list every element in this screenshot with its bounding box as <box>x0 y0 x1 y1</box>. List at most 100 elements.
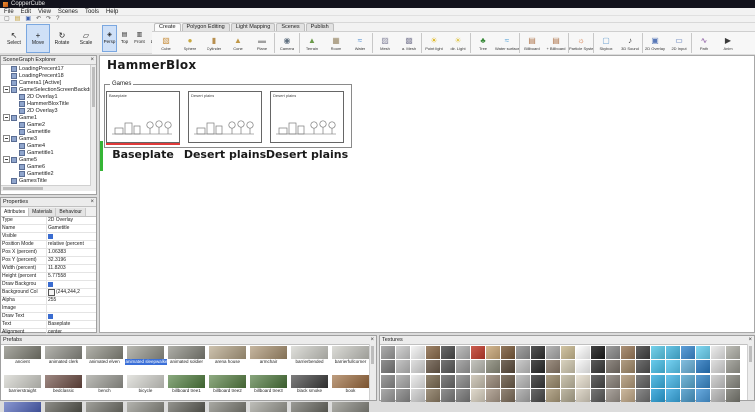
create-tool-button[interactable]: ▢ Skybox <box>593 33 618 53</box>
texture-tile[interactable] <box>636 360 650 374</box>
create-tool-button[interactable]: ∿ Path <box>691 33 716 53</box>
properties-tab[interactable]: Attributes <box>1 208 30 216</box>
texture-tile[interactable] <box>396 346 410 359</box>
texture-tile[interactable] <box>396 388 410 402</box>
tree-node[interactable]: Game1 <box>1 114 96 121</box>
tree-horizontal-scrollbar[interactable] <box>1 185 91 191</box>
texture-tile[interactable] <box>621 360 635 374</box>
texture-tile[interactable] <box>576 360 590 374</box>
texture-tile[interactable] <box>441 346 455 359</box>
texture-tile[interactable] <box>591 374 605 388</box>
ribbon-tab[interactable]: Polygon Editing <box>181 23 230 31</box>
texture-tile[interactable] <box>486 360 500 374</box>
prefab-item[interactable]: barrierfullcorner <box>330 346 371 374</box>
prefab-item[interactable]: book <box>330 374 371 403</box>
prefab-item[interactable] <box>166 402 207 412</box>
expander-icon[interactable] <box>3 135 10 142</box>
texture-tile[interactable] <box>501 360 515 374</box>
create-tool-button[interactable]: ▣ 2D Overlay <box>642 33 667 53</box>
persp-view-button[interactable]: ◈ Persp <box>102 24 117 52</box>
move-mode-button[interactable]: + Move <box>26 23 50 53</box>
tree-node[interactable]: LoadingPrecent17 <box>1 65 96 72</box>
prefab-item[interactable]: black smoke <box>289 374 330 403</box>
texture-tile[interactable] <box>651 360 665 374</box>
texture-tile[interactable] <box>561 374 575 388</box>
texture-tile[interactable] <box>696 360 710 374</box>
color-swatch[interactable] <box>48 289 55 296</box>
level-preview[interactable]: Baseplate <box>106 91 180 145</box>
texture-tile[interactable] <box>426 388 440 402</box>
texture-tile[interactable] <box>711 374 725 388</box>
prefab-item[interactable] <box>248 402 289 412</box>
prefab-item[interactable] <box>125 402 166 412</box>
texture-tile[interactable] <box>561 360 575 374</box>
tree-node[interactable]: Camera1 [Active] <box>1 79 96 86</box>
texture-tile[interactable] <box>711 346 725 359</box>
prefab-item[interactable]: arena house <box>207 346 248 374</box>
texture-tile[interactable] <box>381 360 395 374</box>
level-preview[interactable]: Desert plains <box>270 91 344 143</box>
texture-tile[interactable] <box>456 346 470 359</box>
create-tool-button[interactable]: ▲ Terrain <box>299 33 324 53</box>
prefab-item[interactable] <box>84 402 125 412</box>
texture-tile[interactable] <box>651 374 665 388</box>
scroll-thumb[interactable] <box>92 67 95 107</box>
texture-tile[interactable] <box>501 388 515 402</box>
texture-tile[interactable] <box>546 346 560 359</box>
scroll-thumb[interactable] <box>3 187 43 190</box>
texture-tile[interactable] <box>666 346 680 359</box>
texture-tile[interactable] <box>531 346 545 359</box>
texture-tile[interactable] <box>546 388 560 402</box>
texture-tile[interactable] <box>411 346 425 359</box>
create-tool-button[interactable]: ♣ Tree <box>470 33 495 53</box>
texture-tile[interactable] <box>711 388 725 402</box>
prefab-item[interactable]: billboard tree3 <box>248 374 289 403</box>
prefab-item[interactable]: barrierstraight <box>2 374 43 403</box>
create-tool-button[interactable]: ▨ Mesh <box>372 33 397 53</box>
ribbon-tab[interactable]: Publish <box>305 23 334 31</box>
tree-node[interactable]: Game2 <box>1 121 96 128</box>
prefab-item[interactable]: bedclassic <box>43 374 84 403</box>
prefab-item[interactable]: barrierbended <box>289 346 330 374</box>
texture-tile[interactable] <box>531 360 545 374</box>
texture-tile[interactable] <box>471 374 485 388</box>
properties-tab[interactable]: Materials <box>29 208 57 216</box>
create-tool-button[interactable]: ▦ Room <box>324 33 348 53</box>
close-icon[interactable]: × <box>748 337 752 343</box>
rotate-mode-button[interactable]: ↻ Rotate <box>50 24 74 53</box>
save-icon[interactable]: ▣ <box>25 16 31 22</box>
texture-tile[interactable] <box>636 346 650 359</box>
create-tool-button[interactable]: ▩ a. Mesh <box>397 33 421 53</box>
tree-node[interactable]: GameSelectionScreenBackdrop <box>1 86 96 93</box>
close-icon[interactable]: × <box>370 337 374 343</box>
property-value[interactable]: 255 <box>47 297 96 304</box>
tree-node[interactable]: GamesTitle <box>1 177 96 184</box>
texture-tile[interactable] <box>396 360 410 374</box>
tree-node[interactable]: LoadingPrecent18 <box>1 72 96 79</box>
checkbox[interactable] <box>48 234 53 239</box>
texture-tile[interactable] <box>591 360 605 374</box>
texture-tile[interactable] <box>681 388 695 402</box>
texture-tile[interactable] <box>621 388 635 402</box>
texture-tile[interactable] <box>411 374 425 388</box>
prefab-item[interactable] <box>2 402 43 412</box>
create-tool-button[interactable]: ☼ Particle System <box>568 33 593 53</box>
prefab-item[interactable]: billboard tree2 <box>207 374 248 403</box>
prefab-item[interactable]: animated clerk <box>43 346 84 374</box>
create-tool-button[interactable]: ☀ Point light <box>421 33 446 53</box>
texture-tile[interactable] <box>441 388 455 402</box>
texture-tile[interactable] <box>681 346 695 359</box>
property-value[interactable]: 5.77558 <box>47 273 96 280</box>
property-value[interactable]: 32.3196 <box>47 257 96 264</box>
expander-icon[interactable] <box>3 156 10 163</box>
tree-node[interactable]: HammerBloxTitle <box>1 100 96 107</box>
texture-tile[interactable] <box>606 346 620 359</box>
create-tool-button[interactable]: ▬ Plane <box>250 33 274 53</box>
texture-tile[interactable] <box>486 388 500 402</box>
tree-node[interactable]: Gametitle2 <box>1 170 96 177</box>
front-view-button[interactable]: ▥ Front <box>132 25 147 52</box>
expander-icon[interactable] <box>3 114 10 121</box>
texture-tile[interactable] <box>531 388 545 402</box>
select-mode-button[interactable]: ↖ Select <box>2 24 26 53</box>
undo-icon[interactable]: ↶ <box>36 16 41 22</box>
